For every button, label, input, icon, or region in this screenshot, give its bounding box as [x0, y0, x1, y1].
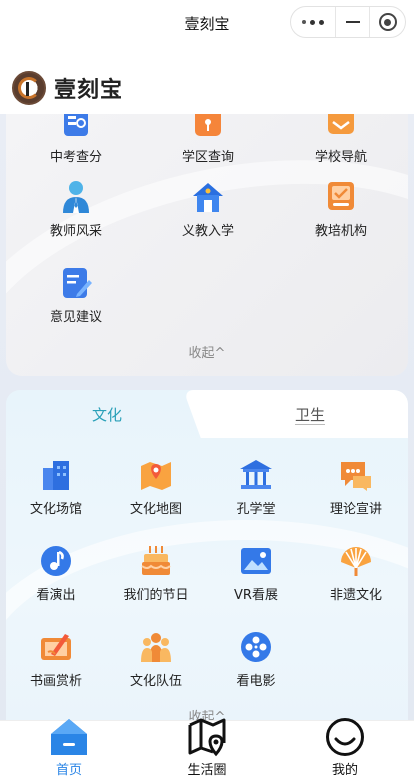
enrollment-icon — [191, 180, 225, 214]
tab-mine[interactable]: 我的 — [276, 718, 414, 780]
tab-life-circle[interactable]: 生活圈 — [138, 718, 276, 780]
grid-item-school-nav[interactable]: 学校导航 — [291, 114, 391, 165]
venue-icon — [39, 458, 73, 492]
grid-item-label: 教师风采 — [49, 224, 102, 239]
smile-icon — [325, 717, 365, 757]
grid-item-score-query[interactable]: 中考查分 — [26, 114, 126, 165]
grid-item-enrollment[interactable]: 义教入学 — [158, 180, 258, 239]
brand-logo — [12, 71, 46, 105]
grid-item-label: 教培机构 — [314, 224, 367, 239]
vr-exhibit-icon — [239, 544, 273, 578]
grid-item-movie[interactable]: 看电影 — [206, 630, 306, 689]
performance-icon — [39, 544, 73, 578]
grid-item-culture-map[interactable]: 文化地图 — [106, 458, 206, 517]
minimize-button[interactable] — [335, 7, 369, 37]
culture-card: 文化 卫生 文化场馆 文化地图 孔学堂 理论宣讲 看演出 我们的节日 VR看展 … — [6, 390, 408, 720]
grid-item-confucius-hall[interactable]: 孔学堂 — [206, 458, 306, 517]
score-query-icon — [59, 114, 93, 140]
grid-item-label: 看电影 — [236, 674, 276, 689]
grid-item-school-district[interactable]: 学区查询 — [158, 114, 258, 165]
grid-item-label: 文化地图 — [129, 502, 182, 517]
target-icon — [378, 13, 397, 31]
grid-item-vr-exhibit[interactable]: VR看展 — [206, 544, 306, 603]
team-icon — [139, 630, 173, 664]
tab-home[interactable]: 首页 — [0, 719, 138, 780]
school-district-icon — [191, 114, 225, 140]
culture-map-icon — [139, 458, 173, 492]
heritage-icon — [339, 544, 373, 578]
collapse-toggle[interactable]: 收起^ — [6, 342, 408, 361]
grid-item-theory-lecture[interactable]: 理论宣讲 — [306, 458, 406, 517]
grid-item-performance[interactable]: 看演出 — [6, 544, 106, 603]
tab-life-circle-label: 生活圈 — [187, 763, 227, 778]
window-title: 壹刻宝 — [184, 14, 230, 33]
grid-item-label: 理论宣讲 — [329, 502, 382, 517]
title-bar: 壹刻宝 — [0, 0, 414, 46]
tab-mine-label: 我的 — [331, 763, 358, 778]
more-options-button[interactable] — [291, 7, 335, 37]
temple-icon — [239, 458, 273, 492]
grid-item-label: 文化场馆 — [29, 502, 82, 517]
grid-item-label: 意见建议 — [49, 310, 102, 325]
grid-item-venue[interactable]: 文化场馆 — [6, 458, 106, 517]
teacher-icon — [59, 180, 93, 214]
grid-item-label: 义教入学 — [181, 224, 234, 239]
grid-item-label: 我们的节日 — [123, 588, 189, 603]
tab-home-label: 首页 — [55, 763, 82, 778]
home-icon — [49, 717, 89, 757]
festival-icon — [139, 544, 173, 578]
grid-item-label: VR看展 — [234, 588, 278, 603]
content-scroll[interactable]: 中考查分 学区查询 学校导航 教师风采 义教入学 教培机构 意见建议 收起^ 文… — [0, 114, 414, 720]
grid-item-label: 学区查询 — [181, 150, 234, 165]
brand-name: 壹刻宝 — [54, 78, 124, 103]
grid-item-label: 文化队伍 — [129, 674, 182, 689]
capsule-menu — [290, 6, 406, 38]
tab-health[interactable]: 卫生 — [212, 390, 408, 438]
grid-item-label: 看演出 — [36, 588, 76, 603]
school-nav-icon — [324, 114, 358, 140]
grid-item-heritage[interactable]: 非遗文化 — [306, 544, 406, 603]
grid-item-label: 学校导航 — [314, 150, 367, 165]
painting-icon — [39, 630, 73, 664]
grid-item-culture-team[interactable]: 文化队伍 — [106, 630, 206, 689]
grid-item-painting[interactable]: 书画赏析 — [6, 630, 106, 689]
minus-icon — [345, 21, 360, 23]
education-card: 中考查分 学区查询 学校导航 教师风采 义教入学 教培机构 意见建议 收起^ — [6, 114, 408, 376]
grid-item-training-org[interactable]: 教培机构 — [291, 180, 391, 239]
grid-item-festival[interactable]: 我们的节日 — [106, 544, 206, 603]
map-pin-icon — [187, 717, 227, 757]
training-org-icon — [324, 180, 358, 214]
grid-item-label: 中考查分 — [49, 150, 102, 165]
grid-item-teacher[interactable]: 教师风采 — [26, 180, 126, 239]
grid-item-label: 孔学堂 — [236, 502, 276, 517]
feedback-icon — [59, 266, 93, 300]
brand-header: 壹刻宝 — [0, 62, 414, 114]
tab-health-label: 卫生 — [294, 405, 325, 424]
grid-item-label: 非遗文化 — [329, 588, 382, 603]
bottom-tab-bar: 首页 生活圈 我的 — [0, 718, 414, 780]
close-miniapp-button[interactable] — [369, 7, 405, 37]
grid-item-label: 书画赏析 — [29, 674, 82, 689]
movie-icon — [239, 630, 273, 664]
lecture-icon — [339, 458, 373, 492]
grid-item-feedback[interactable]: 意见建议 — [26, 266, 126, 325]
category-tabs: 文化 卫生 — [6, 390, 408, 438]
